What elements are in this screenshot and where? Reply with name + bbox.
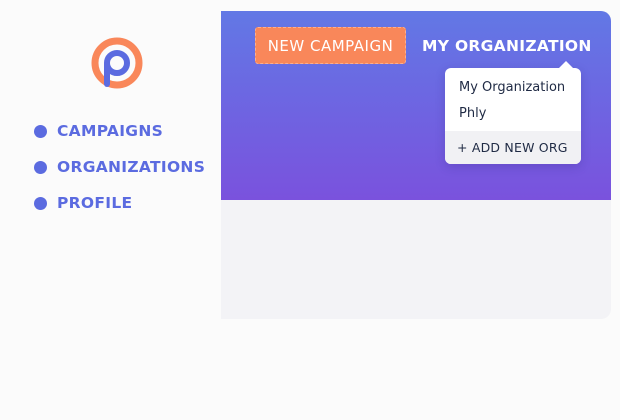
organization-dropdown: My Organization Phly + ADD NEW ORG <box>445 61 581 164</box>
dropdown-item-my-organization[interactable]: My Organization <box>459 80 565 95</box>
sidebar-item-campaigns[interactable]: CAMPAIGNS <box>34 113 205 149</box>
bullet-dot-icon <box>34 160 47 174</box>
bullet-dot-icon <box>34 196 47 210</box>
header-banner: NEW CAMPAIGN MY ORGANIZATION My Organiza… <box>221 11 611 200</box>
dropdown-item-phly[interactable]: Phly <box>459 106 486 121</box>
sidebar-item-label: PROFILE <box>57 194 133 212</box>
sidebar-nav: CAMPAIGNS ORGANIZATIONS PROFILE <box>34 113 205 221</box>
bullet-dot-icon <box>34 124 47 138</box>
sidebar-item-label: CAMPAIGNS <box>57 122 164 140</box>
dropdown-caret-icon <box>559 61 573 68</box>
new-campaign-button[interactable]: NEW CAMPAIGN <box>255 27 406 64</box>
sidebar-item-organizations[interactable]: ORGANIZATIONS <box>34 149 205 185</box>
sidebar: CAMPAIGNS ORGANIZATIONS PROFILE <box>9 11 221 319</box>
sidebar-item-label: ORGANIZATIONS <box>57 158 206 176</box>
organization-menu-toggle[interactable]: MY ORGANIZATION <box>422 37 592 55</box>
main-content: NEW CAMPAIGN MY ORGANIZATION My Organiza… <box>221 11 611 319</box>
sidebar-item-profile[interactable]: PROFILE <box>34 185 205 221</box>
app-window: CAMPAIGNS ORGANIZATIONS PROFILE NEW CAMP… <box>9 11 611 319</box>
p-logo-icon[interactable] <box>89 35 145 91</box>
add-new-org-button[interactable]: + ADD NEW ORG <box>445 131 581 164</box>
